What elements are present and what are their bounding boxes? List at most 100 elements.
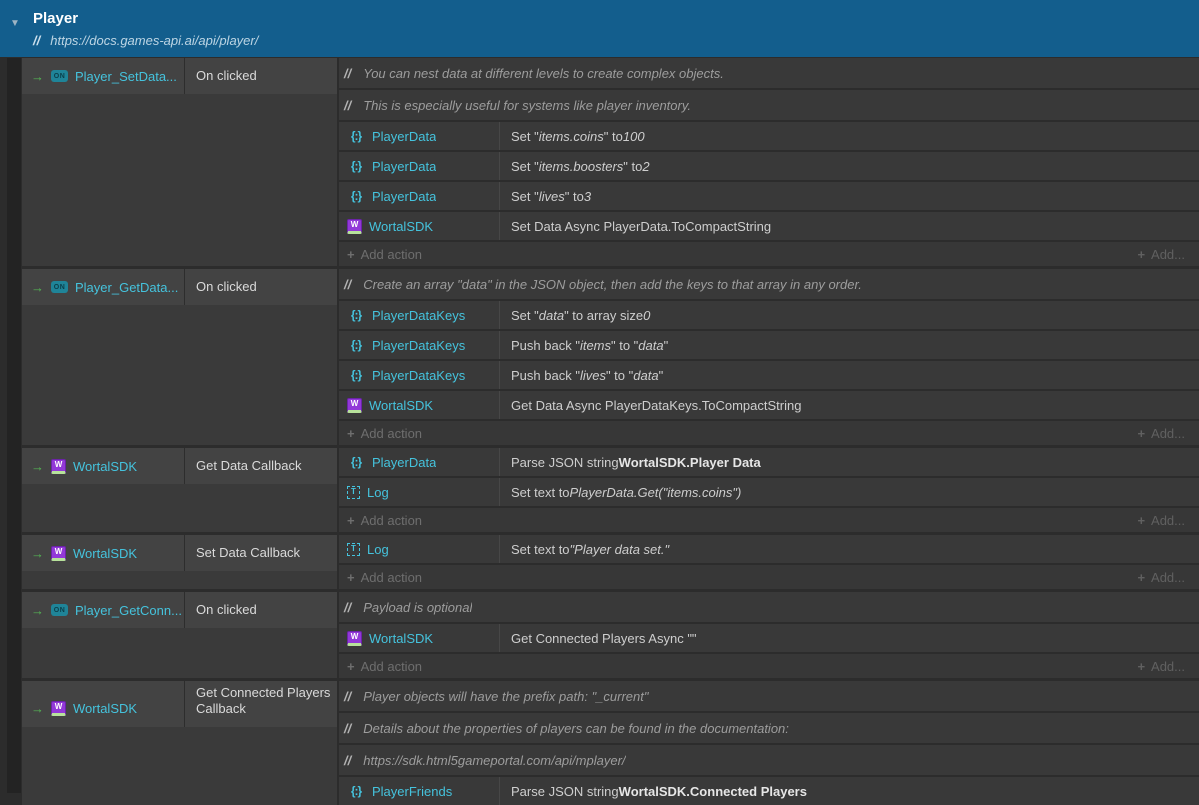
action-object-name: PlayerDataKeys [372, 308, 465, 323]
action-text: Set text to "Player data set." [499, 535, 1199, 563]
json-icon: {:} [347, 369, 365, 381]
comment-row[interactable]: //Details about the properties of player… [339, 713, 1199, 743]
event-condition-row[interactable]: →WWortalSDKGet Connected Players Callbac… [22, 681, 337, 727]
comment-row[interactable]: //This is especially useful for systems … [339, 90, 1199, 120]
add-action-button[interactable]: + Add action [347, 659, 422, 674]
book-icon: W [51, 459, 66, 474]
action-object-name: PlayerDataKeys [372, 338, 465, 353]
condition-object-name: WortalSDK [73, 546, 137, 561]
action-row[interactable]: {:}PlayerFriendsParse JSON string Wortal… [339, 777, 1199, 805]
action-text-part: PlayerData.Get("items.coins") [570, 485, 742, 500]
action-text-part: " to array size [564, 308, 643, 323]
action-text-part: Set " [511, 159, 539, 174]
json-icon: {:} [347, 130, 365, 142]
group-comment[interactable]: //https://docs.games-api.ai/api/player/ [33, 33, 258, 48]
action-text-part: data [633, 368, 658, 383]
condition-object-cell: →ONPlayer_GetData... [22, 269, 185, 305]
action-row[interactable]: WWortalSDKSet Data Async PlayerData.ToCo… [339, 212, 1199, 240]
action-row[interactable]: {:}PlayerDataKeysSet "data" to array siz… [339, 301, 1199, 329]
action-object: {:} PlayerData [339, 122, 499, 150]
action-object-name: PlayerData [372, 455, 436, 470]
add-more-button[interactable]: +Add... [1137, 247, 1185, 262]
add-more-label: Add... [1151, 659, 1185, 674]
event-condition-row[interactable]: →ONPlayer_GetConn...On clicked [22, 592, 337, 628]
book-icon: W [347, 398, 362, 413]
action-object-name: WortalSDK [369, 219, 433, 234]
event-condition-row[interactable]: →ONPlayer_GetData...On clicked [22, 269, 337, 305]
comment-slashes-icon: // [344, 66, 351, 81]
add-action-button[interactable]: +Add action [347, 247, 422, 262]
comment-row[interactable]: // You can nest data at different levels … [339, 58, 1199, 88]
action-object-name: WortalSDK [369, 631, 433, 646]
group-header: ▼ Player //https://docs.games-api.ai/api… [0, 0, 1199, 57]
action-row[interactable]: WWortalSDKGet Connected Players Async "" [339, 624, 1199, 652]
action-text-part: Set " [511, 189, 539, 204]
condition-object-name: Player_GetConn... [75, 603, 182, 618]
event-actions-area: //Create an array "data" in the JSON obj… [339, 269, 1199, 445]
json-icon: {:} [347, 160, 365, 172]
condition-text: On clicked [185, 279, 337, 295]
action-object: WWortalSDK [339, 624, 499, 652]
action-text: Get Data Async PlayerDataKeys.ToCompactS… [499, 391, 1199, 419]
action-row[interactable]: {:}PlayerDataSet "lives" to 3 [339, 182, 1199, 210]
button-icon: ON [51, 70, 68, 82]
action-object-name: PlayerData [372, 129, 436, 144]
group-title: Player [33, 10, 78, 27]
action-row[interactable]: TLogSet text to PlayerData.Get("items.co… [339, 478, 1199, 506]
action-row[interactable]: WWortalSDKGet Data Async PlayerDataKeys.… [339, 391, 1199, 419]
action-row[interactable]: {:}PlayerDataKeysPush back "items" to "d… [339, 331, 1199, 359]
action-object: {:}PlayerData [339, 152, 499, 180]
comment-slashes-icon: // [344, 689, 351, 704]
comment-row[interactable]: //Payload is optional [339, 592, 1199, 622]
event-condition-row[interactable]: →ONPlayer_SetData...On clicked [22, 58, 337, 94]
add-action-button[interactable]: +Add action [347, 570, 422, 585]
add-more-button[interactable]: +Add... [1137, 659, 1185, 674]
event-condition-row[interactable]: →WWortalSDKSet Data Callback [22, 535, 337, 571]
action-row[interactable]: TLogSet text to "Player data set." [339, 535, 1199, 563]
comment-row[interactable]: //Create an array "data" in the JSON obj… [339, 269, 1199, 299]
action-text-part: "Player data set." [570, 542, 670, 557]
comment-text: You can nest data at different levels to… [363, 66, 724, 81]
add-more-button[interactable]: +Add... [1137, 570, 1185, 585]
group-comment-text: https://docs.games-api.ai/api/player/ [50, 33, 258, 48]
group-indent-strip [7, 58, 21, 793]
add-action-label: Add action [361, 659, 422, 674]
add-action-button[interactable]: +Add action [347, 426, 422, 441]
action-text-part: Parse JSON string [511, 455, 619, 470]
action-text-part: lives [539, 189, 565, 204]
action-text-part: Push back " [511, 338, 580, 353]
action-row[interactable]: {:}PlayerDataKeysPush back "lives" to "d… [339, 361, 1199, 389]
event-block: →WWortalSDKGet Connected Players Callbac… [22, 681, 1199, 805]
event-actions-area: //Player objects will have the prefix pa… [339, 681, 1199, 805]
add-action-label: Add action [361, 426, 422, 441]
event-block: →WWortalSDKSet Data CallbackTLogSet text… [22, 535, 1199, 589]
condition-object-cell: →ONPlayer_GetConn... [22, 592, 185, 628]
action-text-part: 2 [642, 159, 649, 174]
comment-text: Details about the properties of players … [363, 721, 789, 736]
comment-row[interactable]: //https://sdk.html5gameportal.com/api/mp… [339, 745, 1199, 775]
plus-icon: + [347, 659, 355, 674]
comment-text: Create an array "data" in the JSON objec… [363, 277, 862, 292]
add-more-button[interactable]: +Add... [1137, 513, 1185, 528]
comment-row[interactable]: //Player objects will have the prefix pa… [339, 681, 1199, 711]
action-object-name: PlayerData [372, 189, 436, 204]
action-text: Set "items.boosters" to 2 [499, 152, 1199, 180]
action-text: Set Data Async PlayerData.ToCompactStrin… [499, 212, 1199, 240]
action-object: {:}PlayerData [339, 448, 499, 476]
action-row[interactable]: {:}PlayerDataParse JSON string WortalSDK… [339, 448, 1199, 476]
event-condition-row[interactable]: →WWortalSDKGet Data Callback [22, 448, 337, 484]
condition-object-cell: →WWortalSDK [22, 535, 185, 571]
event-arrow-icon: → [31, 459, 44, 474]
action-object: {:}PlayerFriends [339, 777, 499, 805]
add-more-label: Add... [1151, 570, 1185, 585]
collapse-triangle-icon[interactable]: ▼ [10, 18, 20, 29]
action-object-name: Log [367, 542, 389, 557]
event-condition-area: →WWortalSDKSet Data Callback [22, 535, 337, 589]
event-actions-area: {:}PlayerDataParse JSON string WortalSDK… [339, 448, 1199, 532]
add-action-button[interactable]: +Add action [347, 513, 422, 528]
add-more-label: Add... [1151, 247, 1185, 262]
action-text: Set text to PlayerData.Get("items.coins"… [499, 478, 1199, 506]
add-more-button[interactable]: +Add... [1137, 426, 1185, 441]
action-row[interactable]: {:}PlayerDataSet "items.coins" to 100 [339, 122, 1199, 150]
action-row[interactable]: {:}PlayerDataSet "items.boosters" to 2 [339, 152, 1199, 180]
